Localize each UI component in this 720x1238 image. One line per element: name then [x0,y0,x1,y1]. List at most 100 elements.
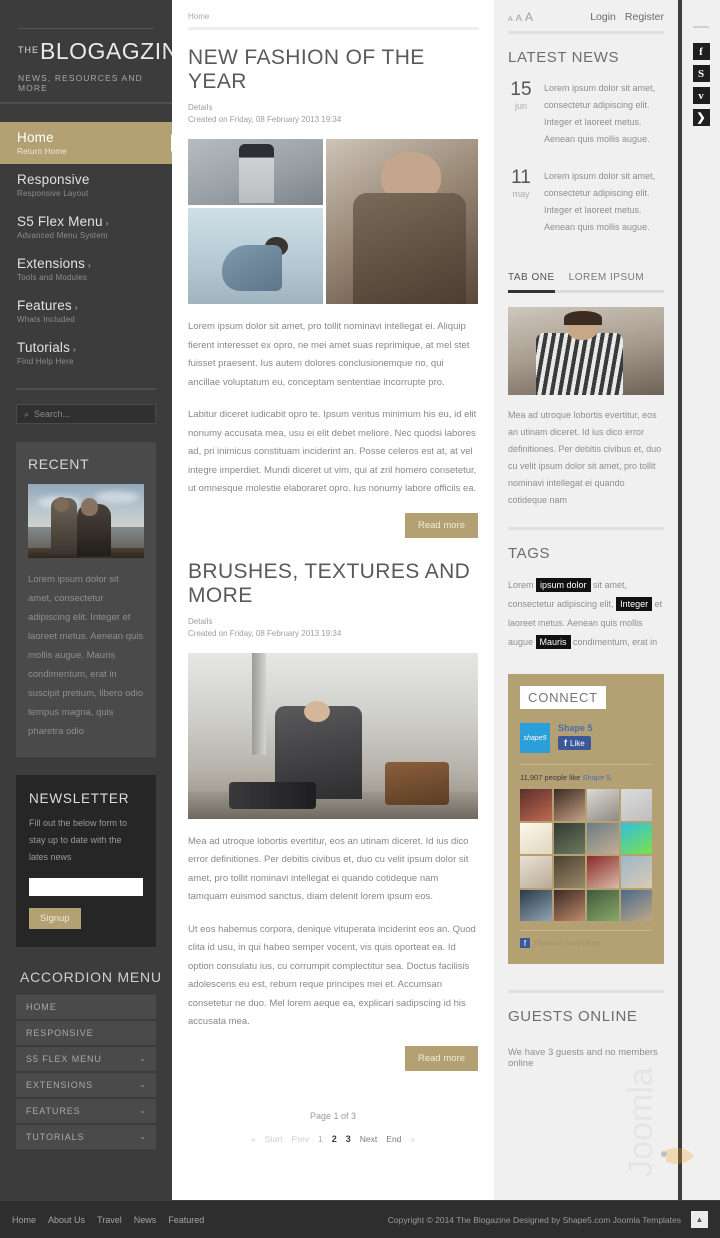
article-brushes-textures: BRUSHES, TEXTURES AND MORE Details Creat… [188,560,478,1071]
accordion-item-features[interactable]: FEATURES ⌄ [16,1098,156,1125]
avatar[interactable] [520,822,552,854]
newsletter-email-field[interactable] [29,878,143,896]
vimeo-icon[interactable]: v [692,87,710,104]
rail-divider [693,26,709,28]
footer-link-featured[interactable]: Featured [168,1215,204,1225]
list-item[interactable]: 11 may Lorem ipsum dolor sit amet, conse… [508,168,664,236]
recent-text: Lorem ipsum dolor sit amet, consectetur … [28,574,144,737]
news-month: may [512,189,530,199]
menu-divider [16,388,156,390]
avatar[interactable] [587,889,619,921]
accordion-item-s5-flex-menu[interactable]: S5 FLEX MENU ⌄ [16,1046,156,1073]
tags-divider [508,527,664,530]
avatar[interactable] [553,856,585,888]
accordion-item-extensions[interactable]: EXTENSIONS ⌄ [16,1072,156,1099]
pagination-next[interactable]: Next [360,1134,377,1144]
list-item[interactable]: 15 jun Lorem ipsum dolor sit amet, conse… [508,80,664,148]
avatar[interactable] [620,822,652,854]
font-size-controls: A A A [508,10,533,24]
facebook-icon[interactable]: f [692,43,710,60]
article-title[interactable]: BRUSHES, TEXTURES AND MORE [188,560,478,608]
rss-icon[interactable]: ❯ [692,109,710,126]
right-sidebar: A A A Login Register LATEST NEWS 15 jun … [494,0,678,1200]
pagination-start[interactable]: Start [265,1134,283,1144]
tag-link[interactable]: Integer [616,597,653,611]
facebook-page-name[interactable]: Shape 5 [558,723,593,733]
font-size-large-button[interactable]: A [525,10,533,24]
scroll-to-top-button[interactable]: ▲ [691,1211,708,1228]
read-more-button[interactable]: Read more [405,1045,478,1071]
tag-link[interactable]: Mauris [535,635,571,649]
register-link[interactable]: Register [625,11,664,23]
tab-photo-striped-shirt [536,333,624,395]
tag-text: Lorem [508,580,537,590]
font-size-small-button[interactable]: A [508,16,513,23]
pagination-end[interactable]: End [386,1134,401,1144]
avatar[interactable] [587,856,619,888]
news-month: jun [514,101,527,111]
sidebar-item-s5-flex-menu[interactable]: S5 Flex Menu › Advanced Menu System [0,206,172,248]
site-tagline: NEWS, RESOURCES AND MORE [18,73,143,93]
footer-link-travel[interactable]: Travel [97,1215,122,1225]
avatar[interactable] [620,856,652,888]
pagination-page-3[interactable]: 3 [346,1134,351,1144]
sidebar-item-home[interactable]: Home Return Home [0,122,180,164]
footer-link-news[interactable]: News [134,1215,157,1225]
newsletter-title: NEWSLETTER [29,791,130,806]
pagination-prev[interactable]: Prev [292,1134,309,1144]
site-logo[interactable]: THEBLOGAGZINE NEWS, RESOURCES AND MORE [0,0,194,102]
tabs-widget: TAB ONE LOREM IPSUM Mea ad utroque lobor… [508,272,664,509]
sidebar-item-tutorials[interactable]: Tutorials › Find Help Here [0,332,172,374]
login-link[interactable]: Login [590,11,616,23]
sidebar-item-sub: Return Home [17,147,67,156]
newsletter-signup-button[interactable]: Signup [29,907,81,929]
avatar[interactable] [553,822,585,854]
pagination-page-1[interactable]: 1 [318,1134,323,1144]
footer-link-about-us[interactable]: About Us [48,1215,85,1225]
social-rail: f S v ❯ [682,0,720,1200]
accordion-item-responsive[interactable]: RESPONSIVE [16,1020,156,1047]
latest-news-title: LATEST NEWS [508,49,620,66]
avatar[interactable] [520,889,552,921]
chevron-right-icon: › [73,345,76,354]
avatar[interactable] [520,856,552,888]
article-title[interactable]: NEW FASHION OF THE YEAR [188,46,478,94]
sidebar-item-extensions[interactable]: Extensions › Tools and Modules [0,248,172,290]
photo-briefcase [385,762,449,806]
accordion-title: ACCORDION MENU [20,968,162,985]
skype-icon[interactable]: S [692,65,710,82]
avatar[interactable] [620,789,652,821]
tag-link[interactable]: ipsum dolor [536,578,591,592]
avatar[interactable] [520,789,552,821]
accordion-item-tutorials[interactable]: TUTORIALS ⌄ [16,1124,156,1151]
tags-cloud: Lorem ipsum dolor sit amet, consectetur … [508,576,664,652]
sidebar-item-label: Home [17,130,54,145]
sidebar-item-label: Tutorials › [17,340,76,355]
read-more-button[interactable]: Read more [405,512,478,538]
sidebar-item-features[interactable]: Features › Whats Included [0,290,172,332]
newsletter-widget: NEWSLETTER Fill out the below form to st… [16,775,156,947]
tab-lorem-ipsum[interactable]: LOREM IPSUM [569,272,645,293]
article-meta: Details Created on Friday, 08 February 2… [188,616,478,640]
sidebar-item-responsive[interactable]: Responsive Responsive Layout [0,164,172,206]
facebook-icon: f [520,938,530,948]
pagination-page-2[interactable]: 2 [332,1134,337,1144]
recent-image [28,484,144,558]
footer: Home About Us Travel News Featured Copyr… [0,1200,720,1238]
accordion-item-home[interactable]: HOME [16,994,156,1021]
search-input[interactable]: ⌕ Search... [16,404,156,424]
font-size-medium-button[interactable]: A [516,13,522,24]
breadcrumb[interactable]: Home [188,12,478,21]
avatar[interactable] [553,889,585,921]
footer-link-home[interactable]: Home [12,1215,36,1225]
like-count-link[interactable]: Shape 5. [582,773,612,782]
avatar[interactable] [587,789,619,821]
tab-one[interactable]: TAB ONE [508,272,555,293]
photo-person-head [304,700,331,723]
avatar[interactable] [620,889,652,921]
facebook-like-button[interactable]: f Like [558,736,591,750]
avatar[interactable] [553,789,585,821]
avatar[interactable] [587,822,619,854]
article-image-collage [188,139,478,304]
sidebar-item-label: S5 Flex Menu › [17,214,109,229]
